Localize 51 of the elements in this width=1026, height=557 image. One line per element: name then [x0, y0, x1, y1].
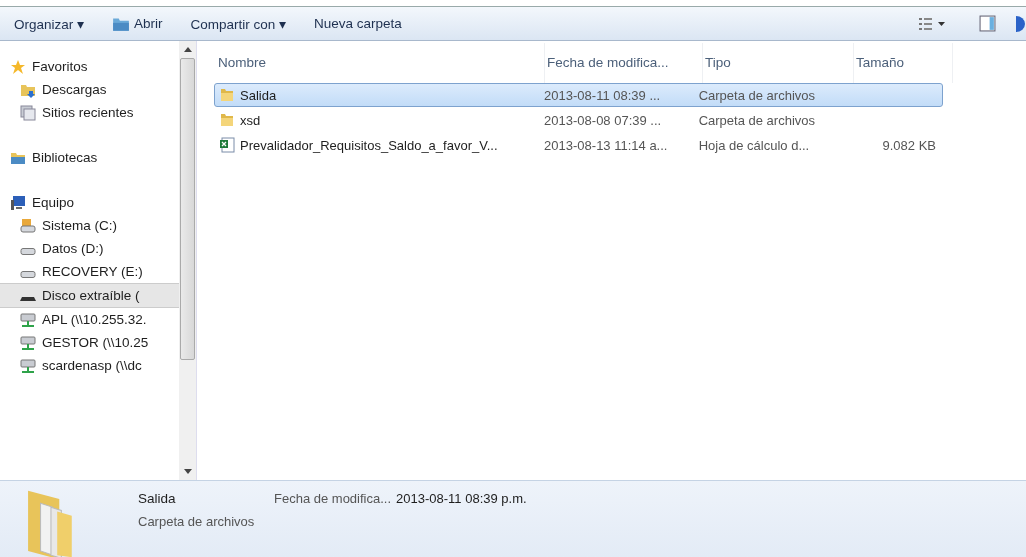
drive-icon	[20, 217, 36, 234]
file-name: Salida	[240, 87, 277, 103]
navigation-item[interactable]: Descargas	[0, 78, 179, 101]
type-cell-text: Hoja de cálculo d...	[698, 137, 811, 153]
document-stack-icon	[20, 104, 36, 121]
file-row[interactable]: xsd 2013-08-08 07:39 ... Carpeta de archivos	[214, 108, 943, 132]
size-cell: 9.082 KB	[882, 137, 936, 153]
star-icon	[10, 58, 26, 75]
toolbar-button[interactable]: Abrir	[102, 11, 173, 36]
navigation-item[interactable]: Equipo	[0, 191, 179, 214]
date-cell-text: 2013-08-11 08:39 ...	[544, 87, 662, 103]
navigation-item[interactable]: RECOVERY (E:)	[0, 260, 179, 283]
item-type: Carpeta de archivos	[138, 514, 256, 529]
network-drive-icon	[20, 311, 36, 328]
menu-button[interactable]: Organizar ▾	[4, 11, 95, 36]
menu-button[interactable]: Compartir con ▾	[180, 11, 297, 36]
view-options-icon[interactable]	[917, 16, 947, 31]
toolbar-button[interactable]: Nueva carpeta	[304, 12, 412, 35]
date-cell-text: 2013-08-08 07:39 ...	[544, 112, 663, 128]
navigation-item[interactable]: Favoritos	[0, 55, 179, 78]
item-name: Salida	[138, 491, 177, 506]
drive-icon	[20, 296, 36, 301]
navigation-item[interactable]: Sitios recientes	[0, 101, 179, 124]
monitor-icon	[10, 194, 26, 211]
scrollbar[interactable]	[179, 41, 196, 480]
date-cell-text: 2013-08-13 11:14 a...	[544, 137, 669, 153]
folder-icon	[219, 112, 235, 128]
file-name: xsd	[240, 112, 261, 128]
field-label: Fecha de modifica...	[274, 491, 392, 506]
drive-icon	[20, 247, 36, 255]
field-value: 2013-08-11 08:39 p.m.	[396, 491, 527, 506]
scroll-down-icon[interactable]	[183, 469, 192, 474]
file-row[interactable]: Salida 2013-08-11 08:39 ... Carpeta de archivos	[214, 83, 943, 107]
network-drive-icon	[20, 357, 36, 374]
scroll-up-icon[interactable]	[183, 47, 192, 52]
type-cell-text: Carpeta de archivos	[698, 87, 816, 103]
navigation-item[interactable]: Datos (D:)	[0, 237, 179, 260]
navigation-item[interactable]: Sistema (C:)	[0, 214, 179, 237]
navigation-item[interactable]: Disco extraíble (	[0, 283, 179, 308]
file-row[interactable]: Prevalidador_Requisitos_Saldo_a_favor_V... 2013-08-13 11:14 a... Hoja de cálculo d... 9.082 KB	[214, 133, 943, 157]
network-drive-icon	[20, 334, 36, 351]
spreadsheet-icon	[219, 137, 235, 153]
navigation-item[interactable]: GESTOR (\\10.25	[0, 331, 179, 354]
folder-icon	[219, 87, 235, 103]
folder-icon	[112, 15, 131, 32]
drive-icon	[20, 270, 36, 278]
navigation-item[interactable]: scardenasp (\\dc	[0, 354, 179, 377]
navigation-item[interactable]: APL (\\10.255.32.	[0, 308, 179, 331]
type-cell-text: Carpeta de archivos	[698, 112, 816, 128]
file-name: Prevalidador_Requisitos_Saldo_a_favor_V...	[240, 137, 498, 153]
navigation-item[interactable]: Bibliotecas	[0, 146, 179, 169]
